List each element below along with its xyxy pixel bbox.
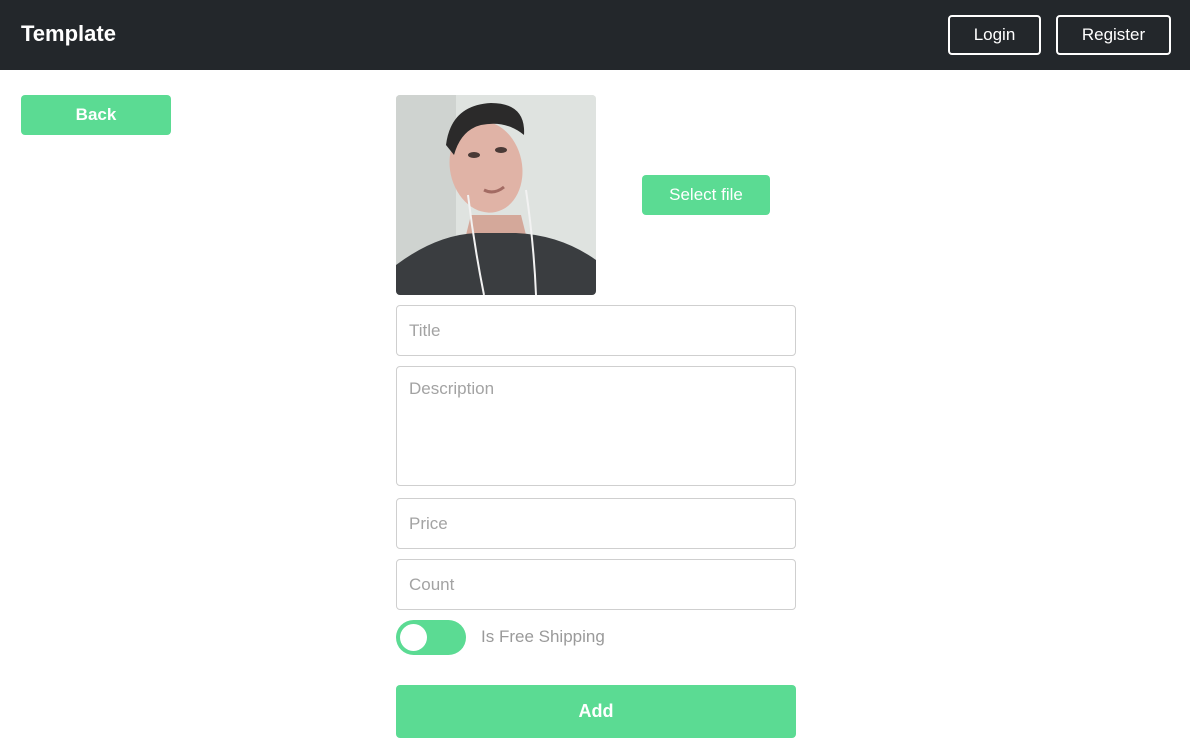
price-input[interactable]	[396, 498, 796, 549]
login-button[interactable]: Login	[948, 15, 1041, 55]
brand-title[interactable]: Template	[21, 20, 116, 48]
description-textarea[interactable]	[396, 366, 796, 486]
select-file-button[interactable]: Select file	[642, 175, 770, 215]
register-button[interactable]: Register	[1056, 15, 1171, 55]
photo-image	[396, 95, 596, 295]
navbar: Template Login Register	[0, 0, 1190, 70]
toggle-knob	[400, 624, 427, 651]
back-button[interactable]: Back	[21, 95, 171, 135]
add-button[interactable]: Add	[396, 685, 796, 738]
title-input[interactable]	[396, 305, 796, 356]
free-shipping-toggle[interactable]	[396, 620, 466, 655]
count-input[interactable]	[396, 559, 796, 610]
free-shipping-label: Is Free Shipping	[481, 627, 605, 646]
product-image-preview	[396, 95, 596, 295]
